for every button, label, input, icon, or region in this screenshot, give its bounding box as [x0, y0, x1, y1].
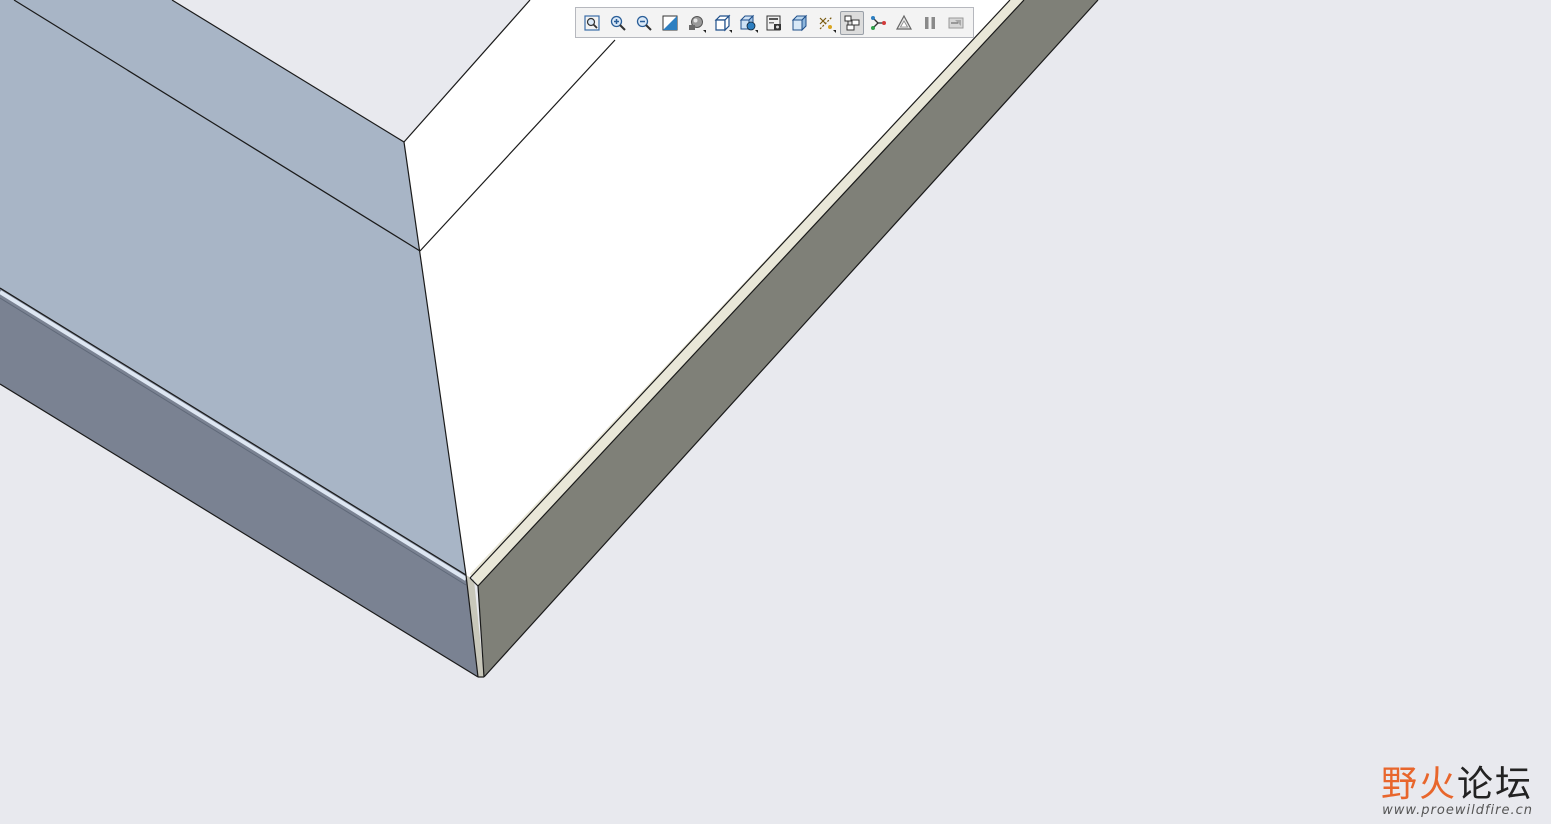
- spin-center-icon: [871, 15, 886, 30]
- dropdown-arrow-icon: [703, 29, 706, 33]
- sheetmetal-model[interactable]: [0, 0, 1551, 824]
- dropdown-arrow-icon: [729, 29, 732, 33]
- view-toolbar: [575, 7, 974, 38]
- display-style-button[interactable]: [684, 11, 708, 35]
- appearance-button[interactable]: [892, 11, 916, 35]
- white-flange-top-face[interactable]: [404, 0, 1010, 578]
- zoom-in-icon: [610, 15, 626, 31]
- zoom-out-button[interactable]: [632, 11, 656, 35]
- regenerate-button[interactable]: [944, 11, 968, 35]
- appearance-icon: [895, 14, 913, 30]
- section-view-button[interactable]: [788, 11, 812, 35]
- regenerate-icon: [948, 17, 964, 28]
- zoom-out-icon: [636, 15, 652, 31]
- spin-center-button[interactable]: [866, 11, 890, 35]
- saved-orientations-button[interactable]: [710, 11, 734, 35]
- refit-icon: [584, 14, 600, 31]
- repaint-icon: [662, 15, 678, 30]
- pause-button[interactable]: [918, 11, 942, 35]
- view-manager-button[interactable]: [736, 11, 760, 35]
- repaint-button[interactable]: [658, 11, 682, 35]
- refit-button[interactable]: [580, 11, 604, 35]
- section-view-icon: [791, 14, 808, 31]
- graphics-viewport[interactable]: 野火论坛 www.proewildfire.cn: [0, 0, 1551, 824]
- annotation-display-button[interactable]: [840, 10, 864, 35]
- datum-display-button[interactable]: [814, 11, 838, 35]
- annotation-display-icon: [844, 15, 860, 30]
- perspective-view-button[interactable]: [762, 11, 786, 35]
- zoom-in-button[interactable]: [606, 11, 630, 35]
- pause-icon: [925, 16, 935, 29]
- dropdown-arrow-icon: [833, 29, 836, 33]
- dropdown-arrow-icon: [755, 29, 758, 33]
- perspective-view-icon: [766, 15, 781, 30]
